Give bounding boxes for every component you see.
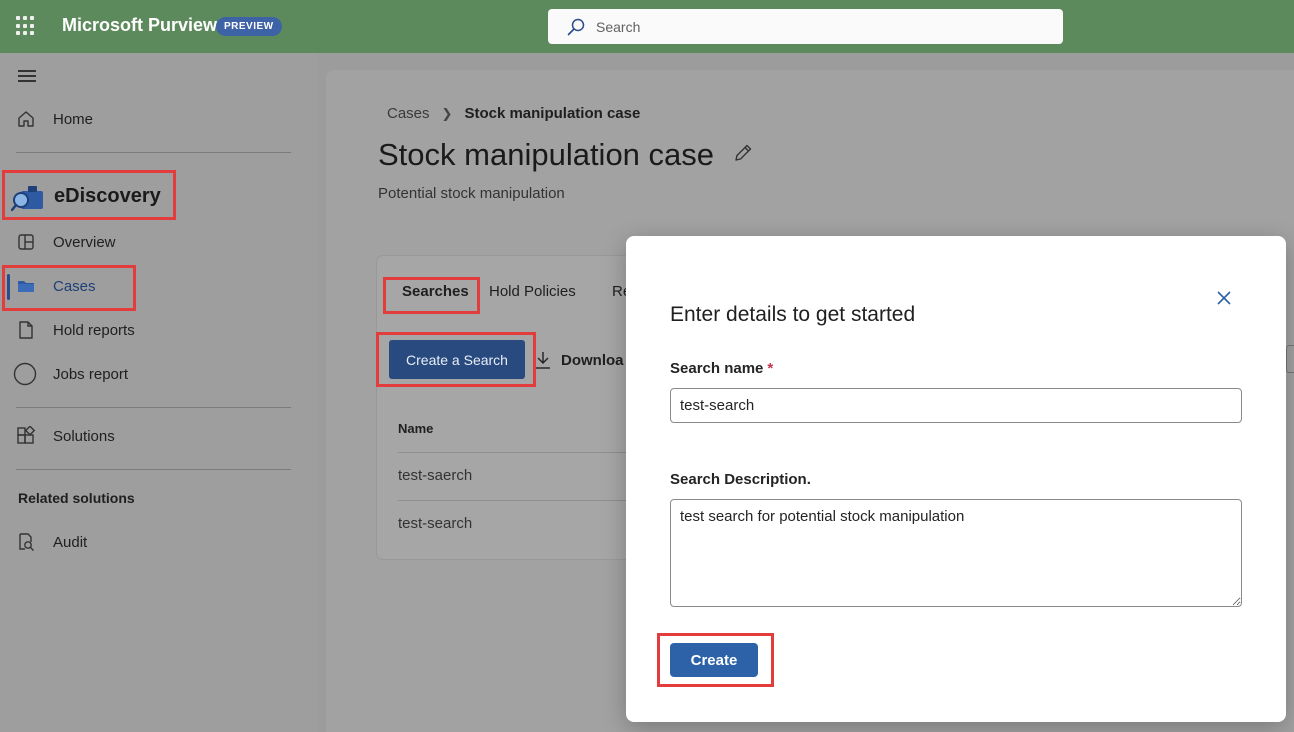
search-name-field[interactable] [670, 388, 1242, 423]
breadcrumb-root[interactable]: Cases [387, 105, 430, 122]
chevron-right-icon: ❯ [441, 105, 453, 121]
section-title: eDiscovery [54, 185, 161, 207]
apps-icon [17, 426, 36, 444]
divider [16, 152, 291, 153]
download-label: Downloa [561, 351, 624, 369]
search-name-label: Search name * [670, 360, 773, 377]
row-name: test-search [398, 515, 473, 532]
sidebar: Home eDiscovery Overview Cases Hold repo… [0, 53, 318, 732]
breadcrumb-current: Stock manipulation case [464, 105, 641, 122]
divider [16, 407, 291, 408]
create-search-dialog: Enter details to get started Search name… [626, 236, 1286, 722]
circle-icon [13, 362, 37, 386]
audit-icon [19, 533, 34, 551]
app-launcher-icon[interactable] [16, 16, 36, 36]
tab-hold-policies[interactable]: Hold Policies [489, 283, 576, 300]
sidebar-item-hold-reports[interactable]: Hold reports [0, 310, 300, 350]
search-input[interactable] [596, 16, 1036, 38]
dialog-title: Enter details to get started [670, 303, 916, 326]
highlight-box [376, 332, 536, 387]
search-icon [567, 18, 585, 36]
related-solutions-heading: Related solutions [18, 490, 135, 506]
sidebar-item-label: Jobs report [53, 365, 129, 383]
report-icon [19, 321, 33, 339]
highlight-box [383, 277, 480, 314]
home-icon [18, 111, 34, 127]
close-icon [1217, 291, 1231, 305]
search-description-label: Search Description. [670, 471, 811, 488]
download-button[interactable]: Downloa [535, 351, 624, 369]
close-button[interactable] [1214, 288, 1234, 308]
sidebar-item-jobs-report[interactable]: Jobs report [0, 354, 300, 394]
app-name[interactable]: Microsoft Purview [62, 15, 217, 36]
sidebar-item-audit[interactable]: Audit [0, 522, 300, 562]
case-description: Potential stock manipulation [378, 185, 565, 202]
divider [16, 469, 291, 470]
sidebar-item-solutions[interactable]: Solutions [0, 416, 300, 456]
sidebar-item-label: Audit [53, 533, 88, 551]
sidebar-item-home[interactable]: Home [0, 99, 300, 139]
menu-toggle-icon[interactable] [18, 70, 36, 82]
create-button[interactable]: Create [670, 643, 758, 677]
highlight-box [2, 265, 136, 311]
sidebar-item-overview[interactable]: Overview [0, 222, 300, 262]
global-search[interactable] [548, 9, 1063, 44]
required-mark: * [767, 360, 774, 377]
sidebar-item-label: Overview [53, 233, 116, 251]
sidebar-section-ediscovery[interactable]: eDiscovery [2, 170, 176, 220]
row-name: test-saerch [398, 467, 473, 484]
edit-icon[interactable] [732, 142, 754, 164]
breadcrumb: Cases ❯ Stock manipulation case [387, 105, 640, 122]
filter-control-edge[interactable] [1286, 345, 1294, 373]
column-header-name[interactable]: Name [398, 421, 433, 436]
top-bar: Microsoft Purview PREVIEW [0, 0, 1294, 53]
sidebar-item-label: Hold reports [53, 321, 135, 339]
overview-icon [18, 234, 34, 250]
page-title: Stock manipulation case [378, 137, 715, 172]
sidebar-item-label: Solutions [53, 427, 115, 445]
ediscovery-icon [11, 186, 43, 211]
search-name-label-text: Search name [670, 360, 764, 377]
sidebar-item-label: Home [53, 110, 94, 128]
preview-badge: PREVIEW [216, 17, 282, 36]
download-icon [536, 352, 550, 369]
search-description-field[interactable]: test search for potential stock manipula… [670, 499, 1242, 607]
